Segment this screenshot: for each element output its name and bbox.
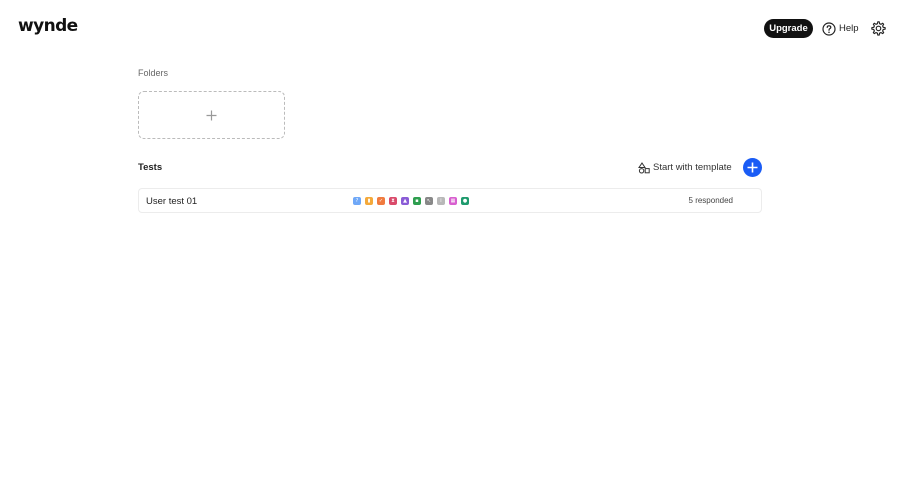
bar-chart-icon: ▮ (365, 197, 373, 205)
settings-button[interactable] (870, 20, 887, 37)
shapes-icon (638, 161, 650, 174)
image-icon: ▲ (401, 197, 409, 205)
pointer-icon: ↖ (425, 197, 433, 205)
test-row[interactable]: User test 01 ? ▮ ✓ ⧗ ▲ ▪ ↖ i ▦ ● 5 responded (138, 188, 762, 213)
info-icon: i (437, 197, 445, 205)
help-label: Help (839, 23, 859, 34)
test-status: 5 responded (688, 196, 733, 205)
card-icon: ▪ (413, 197, 421, 205)
checkbox-icon: ✓ (377, 197, 385, 205)
help-icon (822, 21, 836, 36)
test-block-icons: ? ▮ ✓ ⧗ ▲ ▪ ↖ i ▦ ● (353, 197, 469, 205)
folders-section-label: Folders (138, 68, 169, 78)
test-name: User test 01 (146, 196, 198, 207)
start-with-template-button[interactable]: Start with template (638, 160, 732, 175)
upgrade-button[interactable]: Upgrade (764, 19, 813, 38)
gear-icon (871, 21, 886, 36)
record-icon: ● (461, 197, 469, 205)
app-logo[interactable]: wynde (18, 16, 78, 36)
plus-icon (206, 110, 217, 120)
help-button[interactable]: Help (822, 20, 859, 37)
new-folder-button[interactable] (138, 91, 285, 139)
plus-icon (747, 162, 758, 173)
hourglass-icon: ⧗ (389, 197, 397, 205)
grid-icon: ▦ (449, 197, 457, 205)
tests-section-label: Tests (138, 162, 163, 173)
question-icon: ? (353, 197, 361, 205)
add-test-button[interactable] (743, 158, 762, 177)
template-label: Start with template (653, 162, 732, 173)
